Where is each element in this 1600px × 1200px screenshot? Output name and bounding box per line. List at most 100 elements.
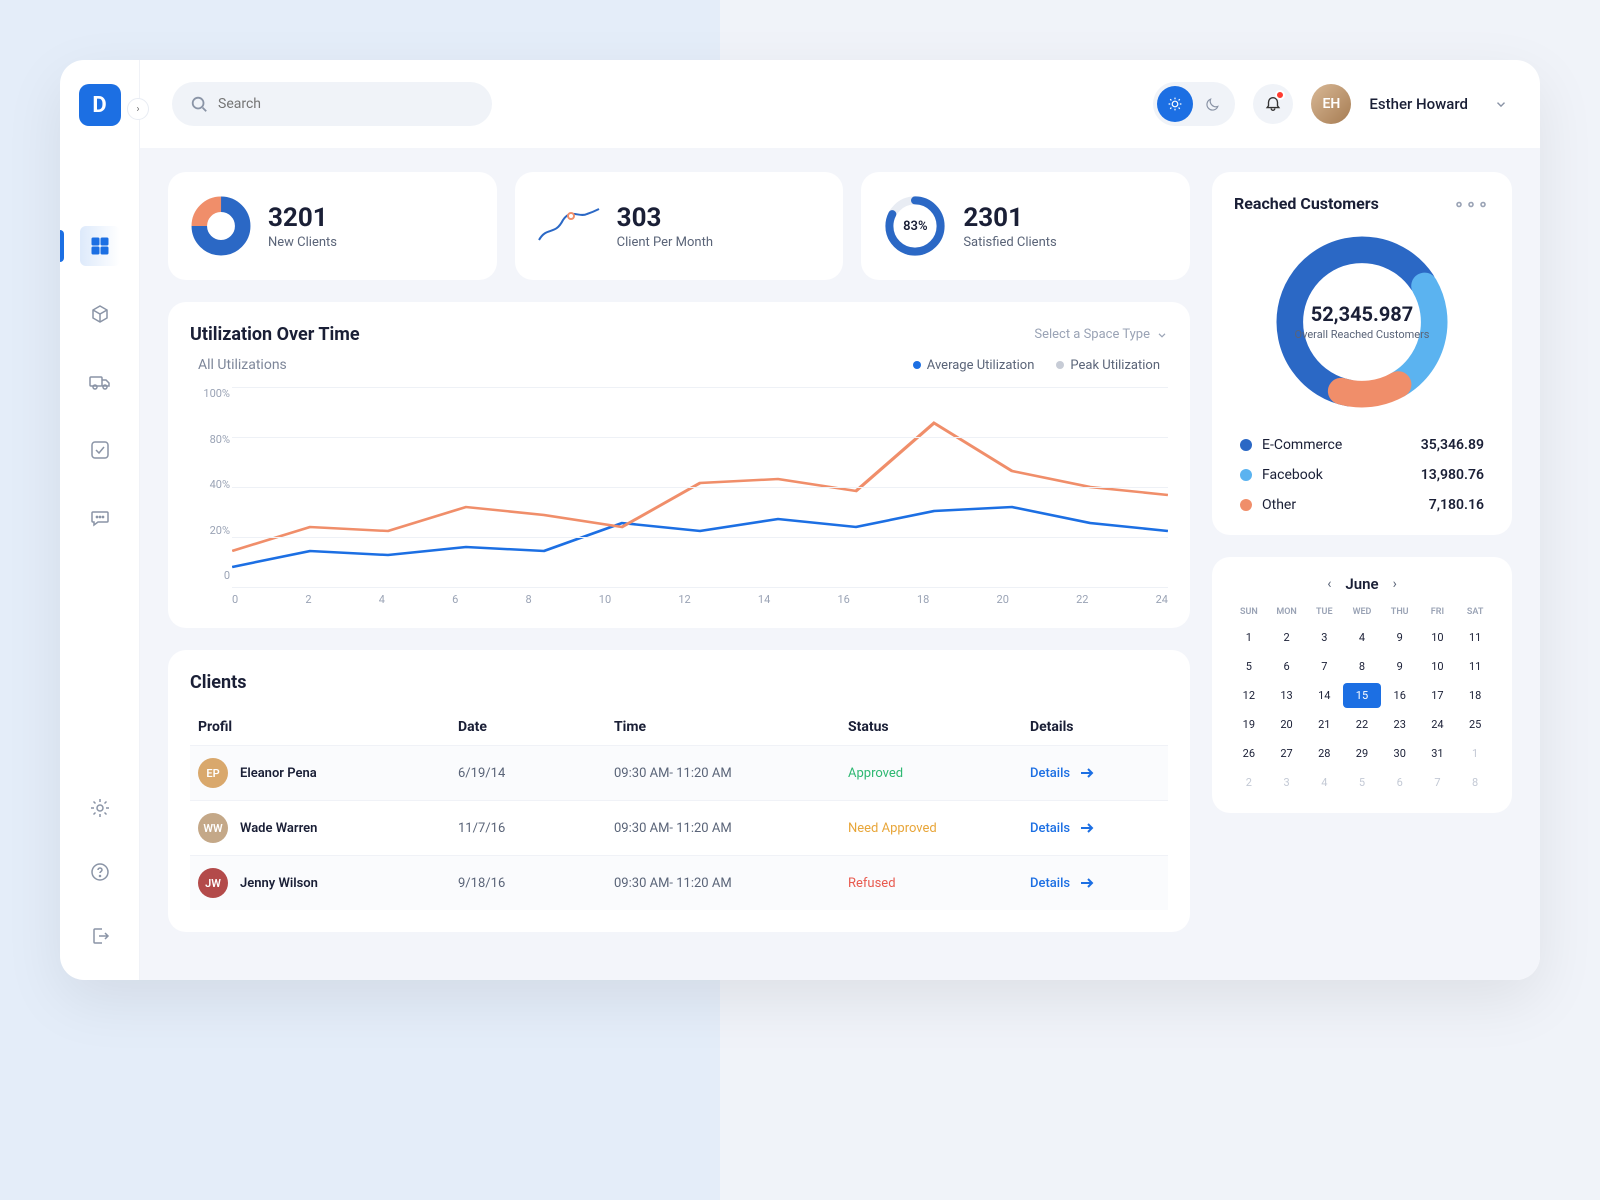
table-row: WWWade Warren 11/7/1609:30 AM- 11:20 AMN…: [190, 800, 1168, 855]
nav-tasks[interactable]: [80, 430, 120, 470]
legend-item: Facebook13,980.76: [1240, 467, 1484, 483]
calendar-day[interactable]: 9: [1381, 654, 1419, 679]
calendar-day[interactable]: 24: [1419, 712, 1457, 737]
x-axis: 024681012141618202224: [232, 593, 1168, 606]
calendar-card: ‹ June › SUNMONTUEWEDTHUFRISAT1234910115…: [1212, 557, 1512, 813]
calendar-day[interactable]: 10: [1419, 654, 1457, 679]
search-input[interactable]: [218, 96, 474, 112]
chart-subtitle: All Utilizations: [198, 357, 287, 373]
stat-percent: 83%: [883, 194, 947, 258]
calendar-next-button[interactable]: ›: [1393, 576, 1397, 592]
stat-per-month: 303 Client Per Month: [515, 172, 844, 280]
theme-dark-button[interactable]: [1195, 86, 1231, 122]
calendar-day[interactable]: 5: [1230, 654, 1268, 679]
calendar-day[interactable]: 23: [1381, 712, 1419, 737]
calendar-dow: TUE: [1305, 603, 1343, 621]
calendar-day[interactable]: 7: [1419, 770, 1457, 795]
nav-dashboard[interactable]: [80, 226, 120, 266]
nav-shipping[interactable]: [80, 362, 120, 402]
calendar-prev-button[interactable]: ‹: [1327, 576, 1331, 592]
nav-messages[interactable]: [80, 498, 120, 538]
chevron-down-icon: [1494, 97, 1508, 111]
theme-toggle: [1153, 82, 1235, 126]
calendar-day[interactable]: 7: [1305, 654, 1343, 679]
calendar-day[interactable]: 17: [1419, 683, 1457, 708]
calendar-day[interactable]: 27: [1268, 741, 1306, 766]
user-menu-chevron[interactable]: [1494, 97, 1508, 111]
reached-value: 52,345.987: [1311, 302, 1414, 326]
gear-icon: [90, 798, 110, 818]
calendar-day[interactable]: 29: [1343, 741, 1381, 766]
user-name: Esther Howard: [1369, 95, 1468, 113]
stat-value: 2301: [963, 203, 1056, 233]
chevron-down-icon: [1156, 329, 1168, 341]
moon-icon: [1205, 96, 1221, 112]
calendar-day[interactable]: 1: [1456, 741, 1494, 766]
calendar-day[interactable]: 11: [1456, 654, 1494, 679]
sidebar-expand-button[interactable]: ›: [127, 98, 149, 120]
check-square-icon: [90, 440, 110, 460]
calendar-day[interactable]: 2: [1268, 625, 1306, 650]
calendar-day[interactable]: 3: [1268, 770, 1306, 795]
calendar-day[interactable]: 14: [1305, 683, 1343, 708]
calendar-day[interactable]: 6: [1381, 770, 1419, 795]
details-link[interactable]: Details: [1030, 821, 1160, 836]
calendar-day[interactable]: 3: [1305, 625, 1343, 650]
user-avatar[interactable]: EH: [1311, 84, 1351, 124]
logout-icon: [90, 926, 110, 946]
calendar-dow: FRI: [1419, 603, 1457, 621]
chat-icon: [90, 508, 110, 528]
reached-label: Overall Reached Customers: [1295, 328, 1430, 342]
notifications-button[interactable]: [1253, 84, 1293, 124]
reached-donut: 52,345.987 Overall Reached Customers: [1267, 227, 1457, 417]
nav-help[interactable]: [80, 852, 120, 892]
calendar-day[interactable]: 11: [1456, 625, 1494, 650]
calendar-day[interactable]: 8: [1343, 654, 1381, 679]
y-axis: 100%80%40%20%0: [190, 387, 230, 582]
sun-icon: [1167, 96, 1183, 112]
nav-settings[interactable]: [80, 788, 120, 828]
calendar-dow: THU: [1381, 603, 1419, 621]
calendar-day[interactable]: 2: [1230, 770, 1268, 795]
calendar-day[interactable]: 19: [1230, 712, 1268, 737]
details-link[interactable]: Details: [1030, 876, 1160, 891]
calendar-day[interactable]: 13: [1268, 683, 1306, 708]
calendar-day[interactable]: 25: [1456, 712, 1494, 737]
donut-icon: [190, 195, 252, 257]
nav-logout[interactable]: [80, 916, 120, 956]
calendar-day[interactable]: 10: [1419, 625, 1457, 650]
calendar-day[interactable]: 26: [1230, 741, 1268, 766]
truck-icon: [89, 372, 111, 392]
help-icon: [90, 862, 110, 882]
calendar-day[interactable]: 1: [1230, 625, 1268, 650]
table-header: Profil Date Time Status Details: [190, 709, 1168, 745]
calendar-day[interactable]: 31: [1419, 741, 1457, 766]
calendar-day[interactable]: 15: [1343, 683, 1381, 708]
search-input-wrapper[interactable]: [172, 82, 492, 126]
calendar-day[interactable]: 4: [1343, 625, 1381, 650]
clients-card: Clients Profil Date Time Status Details …: [168, 650, 1190, 932]
more-button[interactable]: ∘∘∘: [1454, 194, 1490, 213]
calendar-day[interactable]: 18: [1456, 683, 1494, 708]
details-link[interactable]: Details: [1030, 766, 1160, 781]
calendar-day[interactable]: 4: [1305, 770, 1343, 795]
calendar-month: June: [1345, 575, 1378, 593]
calendar-day[interactable]: 20: [1268, 712, 1306, 737]
space-type-selector[interactable]: Select a Space Type: [1034, 327, 1168, 342]
calendar-day[interactable]: 30: [1381, 741, 1419, 766]
nav-products[interactable]: [80, 294, 120, 334]
search-icon: [190, 95, 208, 113]
calendar-day[interactable]: 21: [1305, 712, 1343, 737]
calendar-day[interactable]: 6: [1268, 654, 1306, 679]
calendar-day[interactable]: 9: [1381, 625, 1419, 650]
calendar-day[interactable]: 5: [1343, 770, 1381, 795]
chart-plot: [232, 387, 1168, 587]
calendar-day[interactable]: 28: [1305, 741, 1343, 766]
calendar-day[interactable]: 8: [1456, 770, 1494, 795]
app-logo: D: [79, 84, 121, 126]
stat-value: 303: [617, 203, 713, 233]
calendar-day[interactable]: 12: [1230, 683, 1268, 708]
theme-light-button[interactable]: [1157, 86, 1193, 122]
calendar-day[interactable]: 22: [1343, 712, 1381, 737]
calendar-day[interactable]: 16: [1381, 683, 1419, 708]
